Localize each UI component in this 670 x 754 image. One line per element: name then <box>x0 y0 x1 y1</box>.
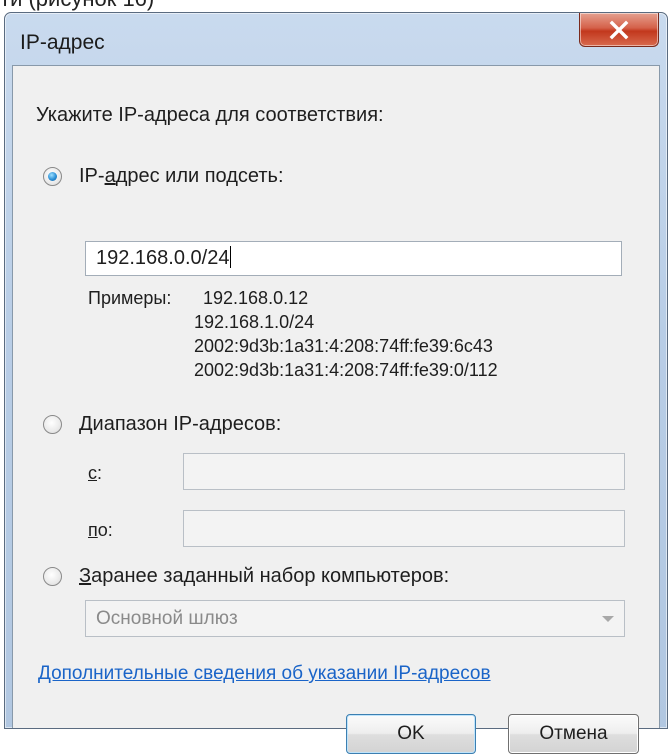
text-caret <box>230 246 232 268</box>
close-icon <box>609 20 629 39</box>
window-title: IP-адрес <box>20 31 105 54</box>
example-line: 2002:9d3b:1a31:4:208:74ff:fe39:0/112 <box>194 360 498 380</box>
range-to-input[interactable] <box>183 510 625 547</box>
ok-button-label: OK <box>397 723 425 744</box>
radio-subnet-label: IP-адрес или подсеть: <box>79 165 284 187</box>
predefined-set-value: Основной шлюз <box>96 607 238 629</box>
close-button[interactable] <box>579 13 659 47</box>
ok-button[interactable]: OK <box>346 714 476 754</box>
range-from-input[interactable] <box>183 453 625 490</box>
more-info-link[interactable]: Дополнительные сведения об указании IP-а… <box>38 663 491 685</box>
radio-predefined-label: Заранее заданный набор компьютеров: <box>79 565 450 587</box>
subnet-input[interactable]: 192.168.0.0/24 <box>85 241 622 276</box>
title-bar[interactable]: IP-адрес <box>5 13 667 65</box>
instruction-text: Укажите IP-адреса для соответствия: <box>36 104 384 126</box>
ip-address-dialog: IP-адрес Укажите IP-адреса для соответст… <box>4 12 668 754</box>
range-from-label: с: <box>88 463 103 483</box>
examples-label: Примеры: <box>88 288 172 308</box>
chevron-down-icon <box>602 616 614 622</box>
radio-range-row[interactable]: Диапазон IP-адресов: <box>43 413 281 436</box>
example-line: 192.168.0.12 <box>203 288 309 308</box>
radio-predefined-row[interactable]: Заранее заданный набор компьютеров: <box>43 565 449 588</box>
radio-subnet-row[interactable]: IP-адрес или подсеть: <box>43 165 284 188</box>
subnet-input-value: 192.168.0.0/24 <box>96 247 230 269</box>
radio-range[interactable] <box>43 415 62 434</box>
radio-range-label: Диапазон IP-адресов: <box>79 413 282 435</box>
example-line: 192.168.1.0/24 <box>194 312 315 332</box>
radio-predefined[interactable] <box>43 567 62 586</box>
cancel-button-label: Отмена <box>539 723 608 744</box>
range-to-label: по: <box>88 520 113 540</box>
dialog-body: Укажите IP-адреса для соответствия: IP-а… <box>12 65 660 754</box>
predefined-set-select[interactable]: Основной шлюз <box>85 600 625 637</box>
example-line: 2002:9d3b:1a31:4:208:74ff:fe39:6c43 <box>194 336 493 356</box>
radio-subnet[interactable] <box>43 167 62 186</box>
cancel-button[interactable]: Отмена <box>508 714 639 754</box>
background-page-text: ти (рисунок 16) <box>0 0 154 12</box>
